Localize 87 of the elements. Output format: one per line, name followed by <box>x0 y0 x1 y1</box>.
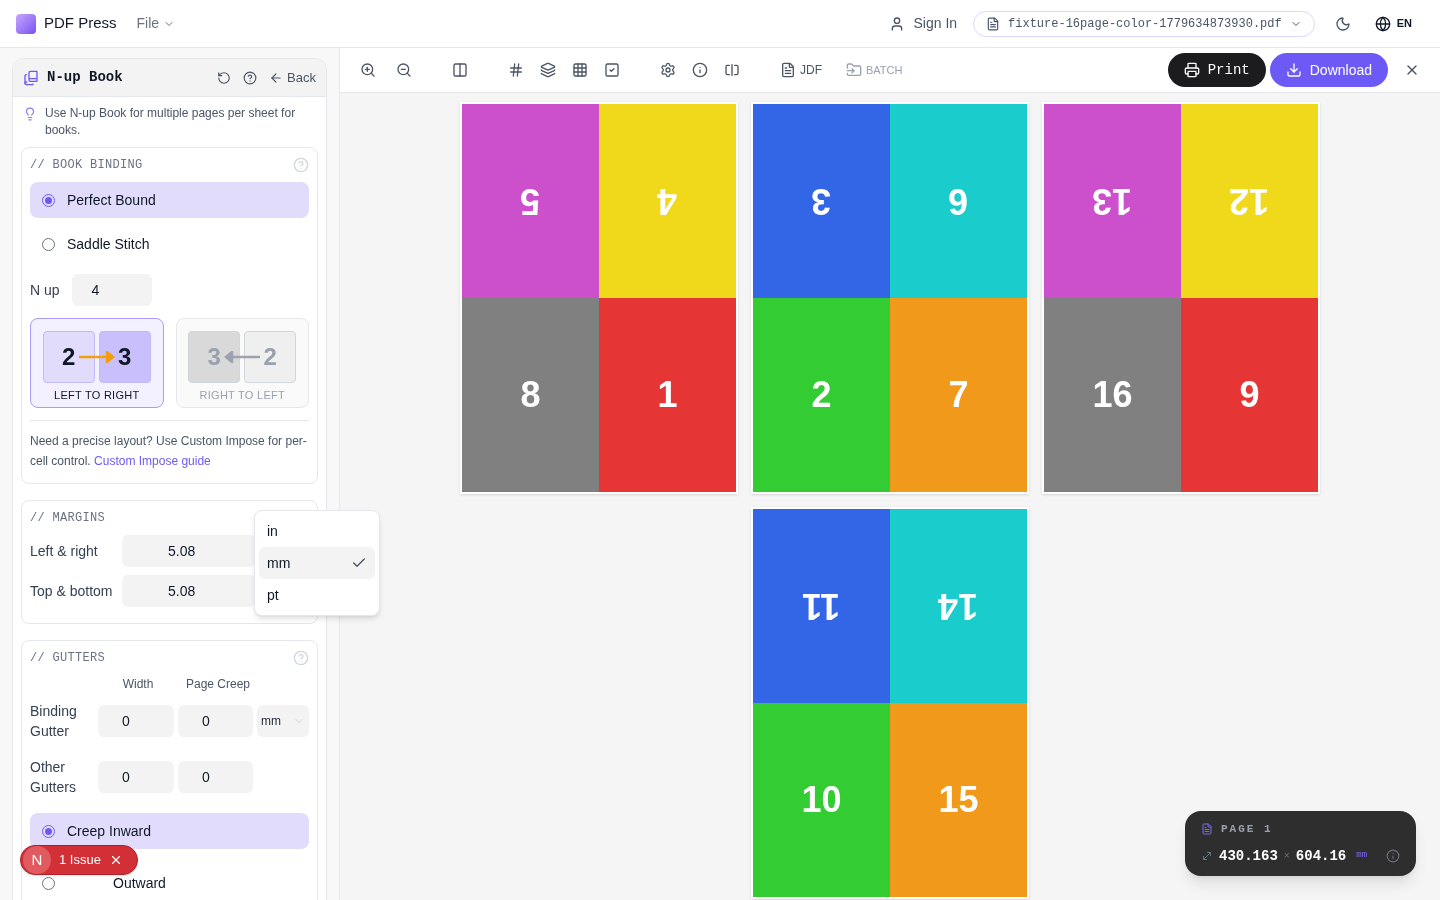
zoom-out-icon[interactable] <box>396 62 412 78</box>
issues-logo: N <box>23 846 51 874</box>
field-label: Top & bottom <box>30 582 114 601</box>
sign-in-button[interactable]: Sign In <box>889 13 958 34</box>
printer-icon <box>1183 62 1200 78</box>
zoom-in-icon[interactable] <box>360 62 376 78</box>
page-cell: 4 <box>599 104 736 298</box>
times-sign: × <box>1283 849 1290 864</box>
page-cell: 11 <box>753 509 890 703</box>
dimensions-icon <box>1201 850 1213 862</box>
app-name: PDF Press <box>44 13 117 34</box>
hash-icon[interactable] <box>508 62 524 78</box>
field-label: N up <box>30 280 60 300</box>
book-icon <box>23 69 39 86</box>
unit-label: mm <box>1356 849 1368 863</box>
input-field[interactable]: 0 <box>178 705 253 737</box>
page-cell: 6 <box>890 104 1027 298</box>
section-heading: // GUTTERS <box>30 650 105 667</box>
help-icon[interactable] <box>243 70 258 85</box>
page-cell: 15 <box>890 703 1027 897</box>
note-text: Need a precise layout? Use Custom Impose for per-cell control. Custom Impose guide <box>30 433 308 470</box>
page-height: 604.16 <box>1295 846 1347 866</box>
page-cell: 12 <box>1181 104 1318 298</box>
download-icon <box>1285 62 1302 78</box>
arrow-left-icon <box>269 70 284 85</box>
checkbox-icon[interactable] <box>604 62 620 78</box>
page-cell: 16 <box>1044 298 1181 492</box>
unit-select[interactable]: mm <box>257 705 309 737</box>
back-button[interactable]: Back <box>269 67 316 88</box>
page-spread-drawing: 2 3 <box>42 331 151 383</box>
issues-toast[interactable]: N 1 Issue <box>20 845 138 875</box>
field-label: Left & right <box>30 542 99 561</box>
logo-icon <box>16 13 36 34</box>
split-icon[interactable] <box>724 62 740 78</box>
menu-item[interactable]: pt <box>259 579 375 611</box>
info-icon[interactable] <box>692 62 708 78</box>
page-cell: 9 <box>1181 298 1318 492</box>
grid-icon[interactable] <box>572 62 588 78</box>
radio-option[interactable]: Perfect Bound <box>30 182 309 218</box>
settings-icon[interactable] <box>660 62 676 78</box>
radio-option[interactable]: Creep Inward <box>30 813 309 849</box>
panel-title: N-up Book <box>47 68 124 87</box>
input-field[interactable]: 0 <box>178 761 253 793</box>
input-field[interactable]: 0 <box>98 705 174 737</box>
columns-icon[interactable] <box>452 62 468 78</box>
page-cell: 2 <box>753 298 890 492</box>
page-label: PAGE 1 <box>1221 822 1273 837</box>
page-spread-drawing: 3 2 <box>188 331 297 383</box>
radio-option[interactable]: Saddle Stitch <box>30 226 309 262</box>
field-label: Binding Gutter <box>30 702 78 741</box>
page-cell: 14 <box>890 509 1027 703</box>
direction-option[interactable]: 2 3 LEFT TO RIGHT <box>30 318 164 408</box>
page-cell: 3 <box>753 104 890 298</box>
document-icon <box>780 62 796 78</box>
tip-text: Use N-up Book for multiple pages per sheet for books. <box>45 105 297 139</box>
input-field[interactable]: 5.08 <box>122 575 256 607</box>
reset-icon[interactable] <box>217 70 232 85</box>
column-header: Width <box>121 676 155 693</box>
page-cell: 10 <box>753 703 890 897</box>
jdf-button[interactable]: JDF <box>780 61 822 79</box>
input-field[interactable]: 4 <box>71 274 152 306</box>
section-heading: // BOOK BINDING <box>30 157 143 174</box>
document-icon <box>986 16 1001 31</box>
page-width: 430.163 <box>1219 846 1278 866</box>
lightbulb-icon <box>23 107 37 121</box>
section-heading: // MARGINS <box>30 510 105 527</box>
input-field[interactable]: 5.08 <box>122 535 256 567</box>
dark-mode-icon[interactable] <box>1334 15 1351 32</box>
page-cell: 13 <box>1044 104 1181 298</box>
print-button[interactable]: Print <box>1167 53 1266 87</box>
column-header: Page Creep <box>184 676 251 693</box>
layers-icon[interactable] <box>540 62 556 78</box>
page-cell: 8 <box>462 298 599 492</box>
page-cell: 5 <box>462 104 599 298</box>
field-label: Other Gutters <box>30 758 77 797</box>
page-cell: 1 <box>599 298 736 492</box>
download-button[interactable]: Download <box>1269 53 1388 87</box>
guide-link[interactable]: Custom Impose guide <box>94 454 211 468</box>
globe-icon <box>1374 15 1391 32</box>
language-button[interactable]: EN <box>1374 15 1412 32</box>
page-cell: 7 <box>890 298 1027 492</box>
folder-import-icon <box>846 62 862 78</box>
menu-item[interactable]: mm <box>259 547 375 579</box>
file-menu[interactable]: File <box>136 13 176 34</box>
input-field[interactable]: 0 <box>98 761 174 793</box>
document-icon <box>1201 823 1213 836</box>
menu-item[interactable]: in <box>259 515 375 547</box>
